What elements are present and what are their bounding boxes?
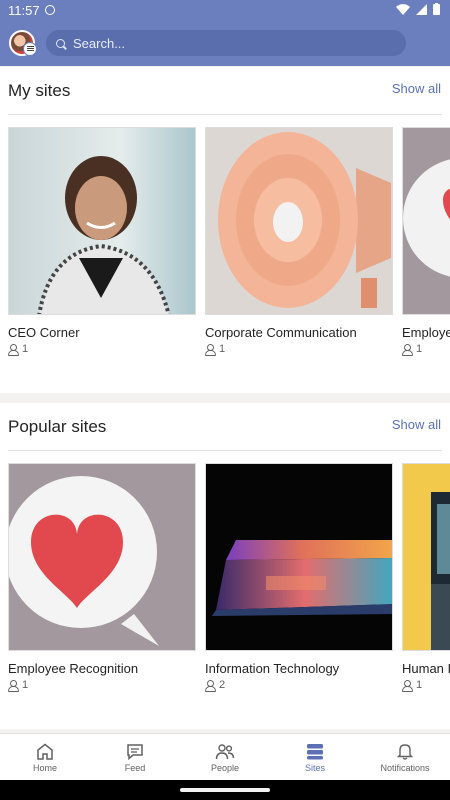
member-icon [205, 679, 216, 692]
signal-icon [416, 3, 427, 15]
popular-sites-section: Popular sites Show all Employee Recognit… [0, 403, 450, 729]
nav-item-sites[interactable]: Sites [270, 734, 360, 780]
nav-label: Notifications [380, 763, 430, 773]
nav-label: Home [32, 763, 57, 773]
nav-label: Feed [124, 763, 146, 773]
site-card[interactable]: Corporate Communication 1 [205, 127, 393, 356]
member-count: 1 [416, 679, 423, 691]
sites-screen: 11:57 My sites Show all [0, 0, 450, 800]
site-card[interactable]: Employe 1 [402, 127, 450, 356]
search-icon [56, 38, 65, 48]
site-title: Information Technology [205, 661, 340, 676]
site-thumbnail [8, 463, 196, 651]
search-input[interactable] [73, 35, 373, 51]
site-card[interactable]: Information Technology 2 [205, 463, 393, 692]
nav-item-feed[interactable]: Feed [90, 734, 180, 780]
site-thumbnail [8, 127, 196, 315]
site-thumbnail [402, 127, 450, 315]
office-image [431, 492, 450, 650]
site-thumbnail [205, 463, 393, 651]
heart-bubble-image [403, 159, 450, 277]
member-count: 1 [22, 679, 29, 691]
nav-item-home[interactable]: Home [0, 734, 90, 780]
app-header: 11:57 [0, 0, 450, 66]
battery-icon [433, 3, 440, 15]
chat-icon [126, 742, 144, 760]
site-thumbnail [205, 127, 393, 315]
nav-label: People [210, 763, 240, 773]
megaphone-image [218, 132, 391, 308]
site-title: Human I [402, 661, 450, 676]
heart-bubble-image [9, 476, 159, 646]
member-icon [402, 679, 413, 692]
site-card[interactable]: Employee Recognition 1 [8, 463, 196, 692]
home-icon [36, 742, 54, 760]
member-count: 1 [219, 343, 226, 355]
bell-icon [397, 742, 413, 760]
show-all-link[interactable]: Show all [392, 81, 441, 96]
member-icon [8, 679, 19, 692]
site-thumbnail [402, 463, 450, 651]
notification-dot-icon [45, 5, 55, 15]
divider [8, 450, 442, 451]
member-count: 2 [219, 679, 226, 691]
nav-item-people[interactable]: People [180, 734, 270, 780]
menu-badge-icon[interactable] [23, 42, 37, 56]
site-title: Corporate Communication [205, 325, 357, 340]
sites-icon [306, 742, 324, 760]
section-title: Popular sites [8, 417, 107, 436]
bottom-nav: Home Feed People Sites Notifications [0, 733, 450, 780]
show-all-link[interactable]: Show all [392, 417, 441, 432]
site-title: Employee Recognition [8, 661, 139, 676]
member-icon [8, 343, 19, 356]
status-bar: 11:57 [0, 0, 450, 22]
member-count: 1 [22, 343, 29, 355]
member-icon [205, 343, 216, 356]
wifi-icon [396, 3, 410, 15]
person-photo [37, 156, 171, 314]
home-indicator[interactable] [180, 788, 270, 792]
search-bar[interactable] [46, 30, 406, 56]
gesture-bar [0, 780, 450, 800]
member-icon [402, 343, 413, 356]
nav-label: Sites [304, 763, 325, 773]
member-count: 1 [416, 343, 423, 355]
divider [8, 114, 442, 115]
section-title: My sites [8, 81, 71, 100]
status-time: 11:57 [8, 3, 40, 18]
laptop-image [212, 540, 392, 616]
people-icon [215, 742, 235, 760]
site-title: Employe [402, 325, 450, 340]
site-card[interactable]: CEO Corner 1 [8, 127, 196, 356]
my-sites-section: My sites Show all CEO Corner 1 Corporate… [0, 67, 450, 393]
site-card[interactable]: Human I 1 [402, 463, 450, 692]
nav-item-notifications[interactable]: Notifications [360, 734, 450, 780]
site-title: CEO Corner [8, 325, 80, 340]
